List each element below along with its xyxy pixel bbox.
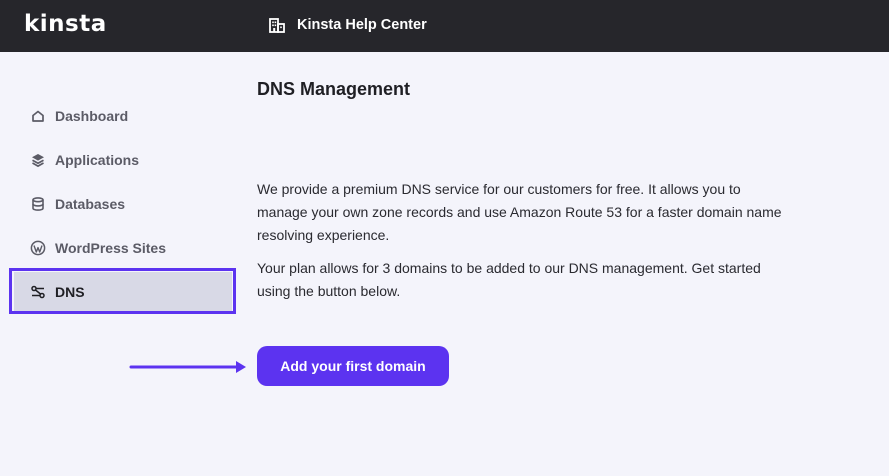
database-icon: [32, 197, 44, 211]
sidebar-item-label: WordPress Sites: [55, 240, 167, 256]
page-title: DNS Management: [257, 79, 411, 99]
sidebar-item-label: Databases: [55, 196, 126, 212]
home-icon: [32, 110, 44, 122]
sidebar-item-applications[interactable]: Applications: [14, 140, 232, 180]
sidebar-item-dashboard[interactable]: Dashboard: [14, 96, 232, 136]
arrow-right-icon: [129, 361, 246, 373]
kinsta-logo[interactable]: kinsta: [24, 10, 107, 38]
top-bar: kinsta Kinsta Help Center: [0, 0, 889, 52]
wordpress-icon: [30, 240, 46, 256]
sidebar-item-label: Dashboard: [55, 108, 129, 124]
plan-info: Your plan allows for 3 domains to be add…: [257, 260, 761, 299]
dns-description: We provide a premium DNS service for our…: [257, 181, 782, 243]
layers-icon: [32, 154, 44, 167]
highlight-outline: [9, 268, 236, 314]
sidebar-item-databases[interactable]: Databases: [14, 184, 232, 224]
help-center-label: Kinsta Help Center: [297, 17, 427, 33]
building-icon: [269, 18, 285, 33]
add-first-domain-button[interactable]: Add your first domain: [257, 346, 449, 386]
sidebar-item-label: Applications: [55, 152, 140, 168]
sidebar-item-wordpress-sites[interactable]: WordPress Sites: [14, 228, 232, 268]
help-center-link[interactable]: Kinsta Help Center: [268, 14, 427, 36]
